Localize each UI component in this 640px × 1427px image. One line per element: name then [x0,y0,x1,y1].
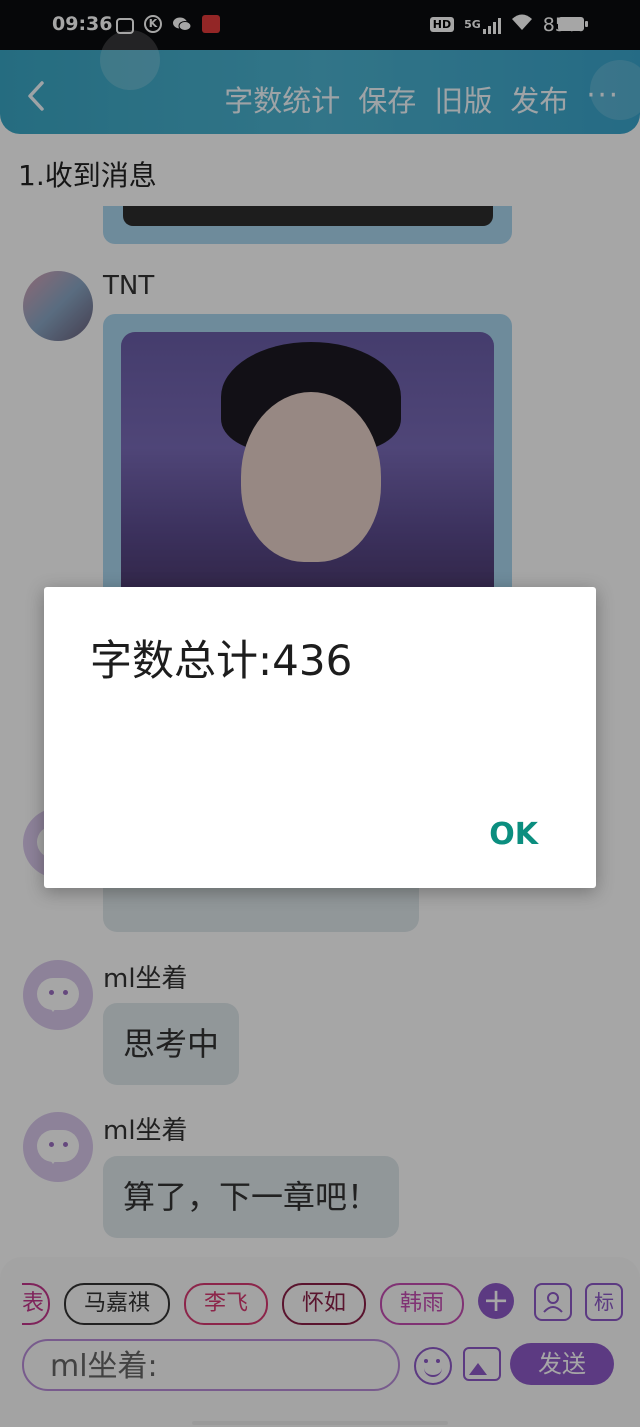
dialog-message: 字数总计:436 [90,636,353,685]
ok-button[interactable]: OK [489,817,538,852]
home-indicator[interactable] [192,1421,448,1425]
word-count-dialog: 字数总计:436 OK [44,587,596,888]
